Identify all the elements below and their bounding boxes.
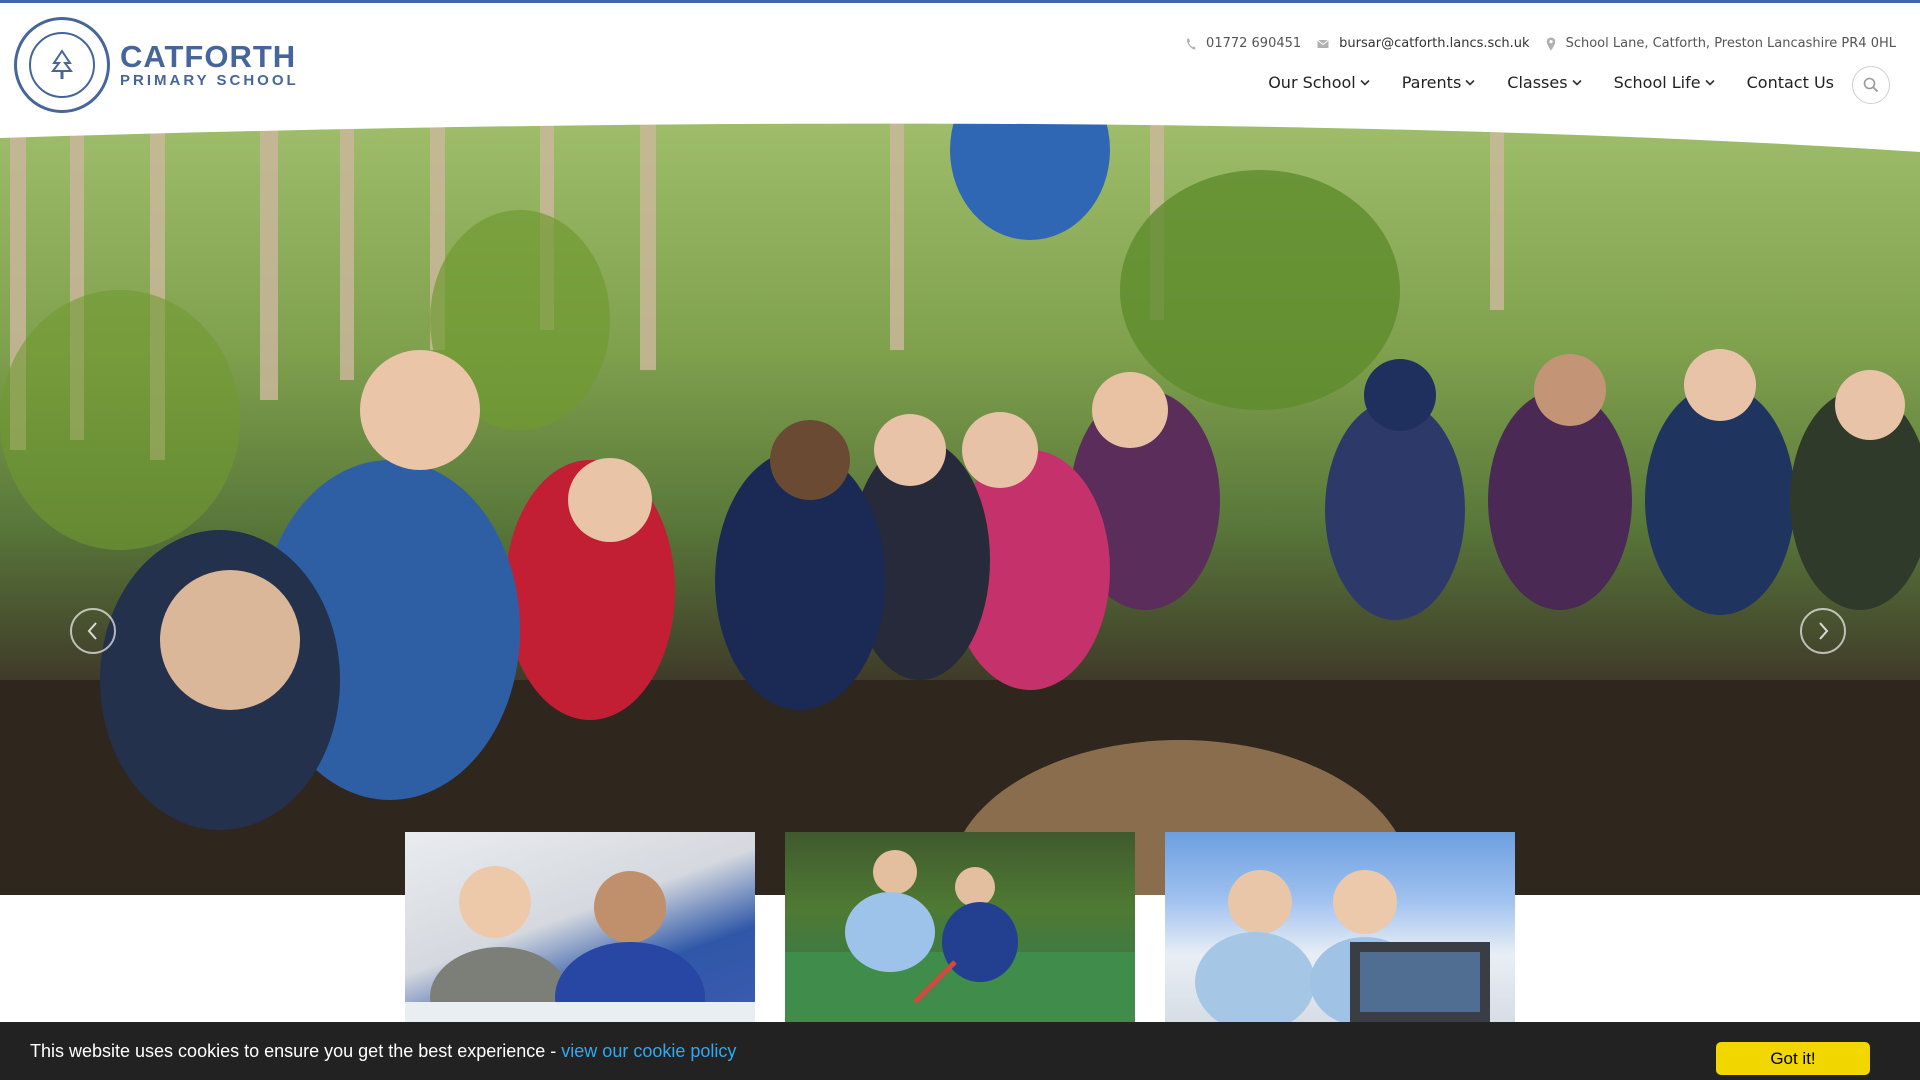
- tile-photo: [1195, 870, 1490, 1022]
- slide-prev-button[interactable]: [70, 608, 116, 654]
- cookie-accept-button[interactable]: Got it!: [1716, 1042, 1870, 1075]
- cookie-policy-link[interactable]: view our cookie policy: [561, 1041, 736, 1062]
- contact-phone: 01772 690451: [1186, 36, 1301, 51]
- hero-wave-edge: [0, 120, 1920, 152]
- nav-label: Classes: [1507, 73, 1568, 92]
- nav-label: School Life: [1613, 73, 1701, 92]
- school-crest-icon: [14, 17, 110, 113]
- map-pin-icon: [1546, 37, 1555, 50]
- chevron-right-icon: [1819, 622, 1829, 640]
- main-navigation: Our School Parents Classes School Life C…: [1236, 73, 1834, 92]
- cookie-consent-bar: This website uses cookies to ensure you …: [0, 1022, 1920, 1080]
- hero-slideshow: [0, 120, 1920, 895]
- school-address: School Lane, Catforth, Preston Lancashir…: [1565, 36, 1896, 51]
- hero-photo: [0, 120, 1920, 895]
- contact-email: bursar@catforth.lancs.sch.uk: [1317, 36, 1530, 51]
- nav-parents[interactable]: Parents: [1402, 73, 1476, 92]
- nav-our-school[interactable]: Our School: [1268, 73, 1370, 92]
- nav-label: Contact Us: [1746, 73, 1834, 92]
- envelope-icon: [1317, 39, 1329, 48]
- tile-photo: [405, 866, 755, 1022]
- slide-next-button[interactable]: [1800, 608, 1846, 654]
- email-link[interactable]: bursar@catforth.lancs.sch.uk: [1339, 36, 1529, 51]
- feature-tile-classroom[interactable]: [1165, 832, 1515, 1022]
- feature-tile-sports[interactable]: [785, 832, 1135, 1022]
- chevron-down-icon: [1465, 79, 1475, 86]
- phone-icon: [1186, 38, 1196, 49]
- chevron-left-icon: [87, 622, 97, 640]
- tile-photo: [785, 850, 1135, 1022]
- nav-label: Our School: [1268, 73, 1356, 92]
- nav-contact-us[interactable]: Contact Us: [1747, 73, 1834, 92]
- search-icon: [1863, 77, 1879, 93]
- phone-number: 01772 690451: [1206, 36, 1302, 51]
- nav-classes[interactable]: Classes: [1507, 73, 1582, 92]
- cookie-message: This website uses cookies to ensure you …: [30, 1040, 557, 1061]
- chevron-down-icon: [1360, 79, 1370, 86]
- chevron-down-icon: [1571, 79, 1582, 86]
- school-logo[interactable]: CATFORTH PRIMARY SCHOOL: [14, 17, 299, 113]
- school-name: CATFORTH: [120, 39, 297, 74]
- feature-tile-early-years[interactable]: [405, 832, 755, 1022]
- feature-tiles: [405, 832, 1515, 1022]
- nav-label: Parents: [1401, 73, 1462, 92]
- chevron-down-icon: [1705, 79, 1715, 86]
- contact-address: School Lane, Catforth, Preston Lancashir…: [1546, 36, 1896, 51]
- school-type: PRIMARY SCHOOL: [120, 72, 299, 89]
- site-header: CATFORTH PRIMARY SCHOOL 01772 690451 bur…: [0, 3, 1920, 135]
- search-button[interactable]: [1852, 66, 1890, 104]
- contact-bar: 01772 690451 bursar@catforth.lancs.sch.u…: [1170, 36, 1896, 51]
- nav-school-life[interactable]: School Life: [1614, 73, 1715, 92]
